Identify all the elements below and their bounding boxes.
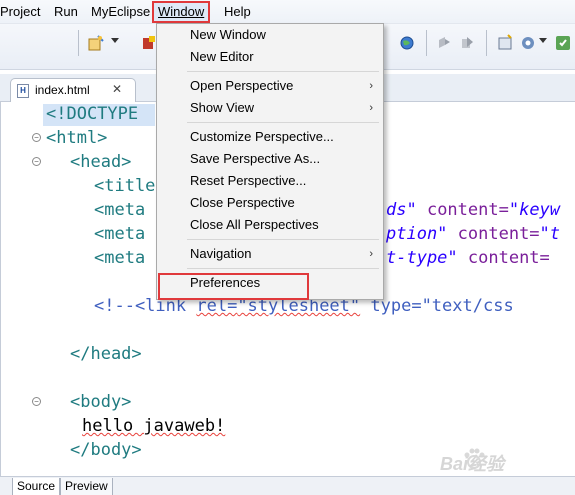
menu-item-navigation[interactable]: Navigation › [157, 244, 383, 264]
menu-separator [187, 122, 379, 123]
debug-icon[interactable] [554, 34, 572, 52]
menu-help[interactable]: Help [220, 3, 255, 21]
menu-separator [187, 239, 379, 240]
submenu-arrow-icon: › [369, 248, 373, 260]
menu-separator [187, 268, 379, 269]
code-line-head-close: </head> [70, 344, 142, 364]
code-line-body-close: </body> [70, 440, 142, 460]
watermark-text: Bai经验 [440, 454, 505, 474]
toolbar-separator [486, 30, 487, 56]
window-menu-dropdown: New Window New Editor Open Perspective › … [156, 23, 384, 300]
submenu-arrow-icon: › [369, 102, 373, 114]
menu-item-customize-perspective[interactable]: Customize Perspective... [157, 127, 383, 147]
menu-myeclipse[interactable]: MyEclipse [87, 3, 154, 21]
menu-item-save-perspective-as[interactable]: Save Perspective As... [157, 149, 383, 169]
menu-item-close-perspective[interactable]: Close Perspective [157, 193, 383, 213]
chevron-down-icon[interactable] [539, 38, 547, 43]
menu-item-new-window[interactable]: New Window [157, 25, 383, 45]
globe-icon[interactable] [398, 34, 416, 52]
editor-tab-index-html[interactable]: H index.html ✕ [10, 78, 136, 102]
toolbar-separator [78, 30, 79, 56]
menu-separator [187, 71, 379, 72]
code-line-body: <body> [70, 392, 132, 412]
code-line-meta-2: <meta [94, 224, 146, 244]
code-line-html: <html> [46, 128, 108, 148]
menu-bar: Project Run MyEclipse Window Help [0, 0, 575, 24]
menu-item-close-all-perspectives[interactable]: Close All Perspectives [157, 215, 383, 235]
menu-project[interactable]: Project [0, 3, 44, 21]
watermark: Bai经验 [440, 448, 570, 474]
submenu-arrow-icon: › [369, 80, 373, 92]
code-line-meta-3: <meta [94, 248, 146, 268]
menu-window[interactable]: Window [152, 1, 211, 23]
menu-run[interactable]: Run [50, 3, 82, 21]
code-line-title: <title [94, 176, 156, 196]
toolbar-separator [426, 30, 427, 56]
code-line-doctype: <!DOCTYPE [46, 104, 139, 124]
menu-item-open-perspective[interactable]: Open Perspective › [157, 76, 383, 96]
code-line-meta-1: <meta [94, 200, 146, 220]
editor-bottom-tabs: Source Preview [0, 476, 575, 495]
tab-source[interactable]: Source [12, 478, 61, 495]
menu-window-label: Window [158, 4, 205, 19]
tab-preview[interactable]: Preview [60, 478, 113, 495]
back-icon[interactable] [435, 34, 453, 52]
fold-toggle-icon[interactable]: − [32, 157, 41, 166]
html-file-icon: H [17, 84, 29, 98]
fold-toggle-icon[interactable]: − [32, 397, 41, 406]
code-line-meta-3-tail: t-type" content= [386, 248, 550, 268]
menu-item-new-editor[interactable]: New Editor [157, 47, 383, 67]
code-line-meta-1-tail: ds" content="keyw [386, 200, 561, 220]
menu-item-show-view[interactable]: Show View › [157, 98, 383, 118]
code-line-text: hello javaweb! [82, 416, 226, 436]
code-line-meta-2-tail: ption" content="t [386, 224, 561, 244]
menu-item-reset-perspective[interactable]: Reset Perspective... [157, 171, 383, 191]
code-line-head: <head> [70, 152, 132, 172]
fold-toggle-icon[interactable]: − [32, 133, 41, 142]
new-server-icon[interactable] [496, 34, 514, 52]
editor-tab-label: index.html [35, 83, 90, 97]
forward-icon[interactable] [458, 34, 476, 52]
settings-gear-icon[interactable] [519, 34, 537, 52]
preferences-highlight-box [158, 273, 309, 300]
close-icon[interactable]: ✕ [112, 82, 122, 96]
new-wizard-icon[interactable] [87, 34, 105, 52]
chevron-down-icon[interactable] [111, 38, 119, 43]
